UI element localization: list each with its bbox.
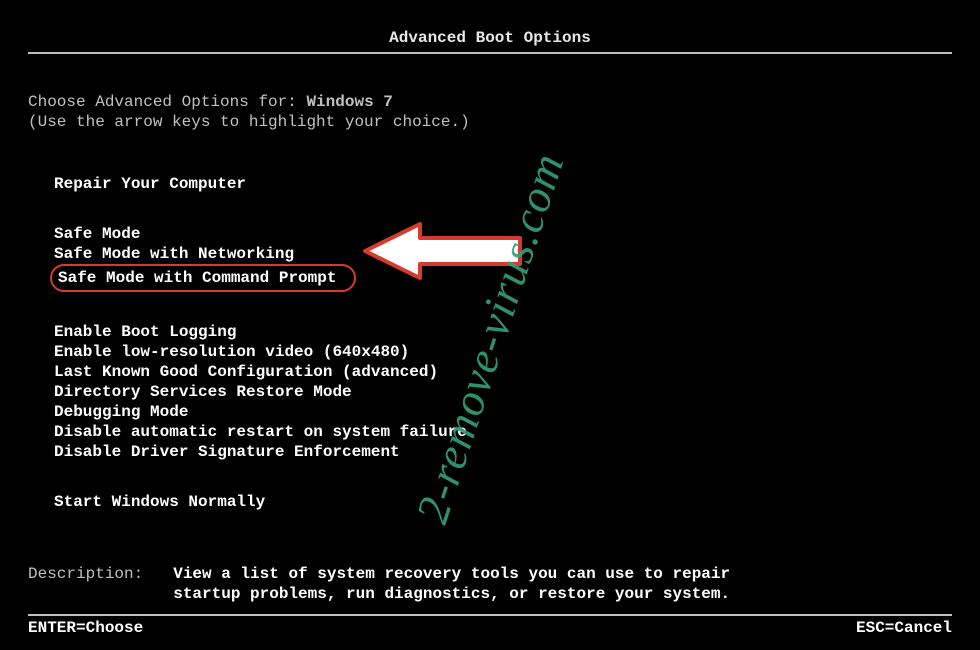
menu-item[interactable]: Safe Mode with Networking	[50, 244, 952, 264]
footer-divider	[28, 614, 952, 616]
menu-group-advanced: Enable Boot LoggingEnable low-resolution…	[50, 322, 952, 462]
intro-prefix: Choose Advanced Options for:	[28, 93, 306, 111]
menu-item[interactable]: Disable automatic restart on system fail…	[50, 422, 952, 442]
footer-esc-hint: ESC=Cancel	[856, 618, 952, 638]
footer: ENTER=Choose ESC=Cancel	[28, 614, 952, 638]
menu-item[interactable]: Debugging Mode	[50, 402, 952, 422]
menu-item[interactable]: Repair Your Computer	[50, 174, 952, 194]
menu-item[interactable]: Enable Boot Logging	[50, 322, 952, 342]
description-block: Description: View a list of system recov…	[28, 564, 952, 604]
menu-item[interactable]: Disable Driver Signature Enforcement	[50, 442, 952, 462]
page-title: Advanced Boot Options	[28, 0, 952, 48]
menu-item[interactable]: Enable low-resolution video (640x480)	[50, 342, 952, 362]
intro-os-name: Windows 7	[306, 93, 392, 111]
menu-group-repair: Repair Your Computer	[50, 174, 952, 194]
menu-item[interactable]: Directory Services Restore Mode	[50, 382, 952, 402]
title-divider	[28, 52, 952, 54]
footer-enter-hint: ENTER=Choose	[28, 618, 143, 638]
menu-group-normal: Start Windows Normally	[50, 492, 952, 512]
description-body: View a list of system recovery tools you…	[173, 564, 733, 604]
menu-group-safemode: Safe ModeSafe Mode with NetworkingSafe M…	[50, 224, 952, 292]
intro-hint: (Use the arrow keys to highlight your ch…	[28, 112, 952, 132]
menu-item[interactable]: Safe Mode	[50, 224, 952, 244]
menu-item[interactable]: Start Windows Normally	[50, 492, 952, 512]
boot-options-screen: Advanced Boot Options Choose Advanced Op…	[0, 0, 980, 650]
description-label: Description:	[28, 564, 143, 604]
boot-menu[interactable]: Repair Your Computer Safe ModeSafe Mode …	[50, 174, 952, 512]
intro-block: Choose Advanced Options for: Windows 7 (…	[28, 92, 952, 132]
menu-item[interactable]: Last Known Good Configuration (advanced)	[50, 362, 952, 382]
menu-item[interactable]: Safe Mode with Command Prompt	[50, 264, 356, 292]
